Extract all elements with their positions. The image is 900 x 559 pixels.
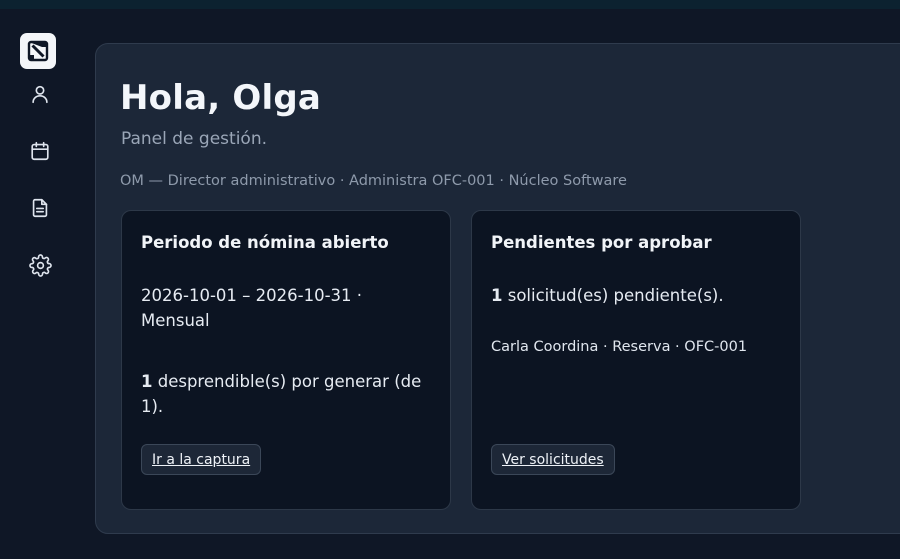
page-subtitle: Panel de gestión. <box>121 129 267 149</box>
pending-count: 1 <box>491 286 503 305</box>
approvals-card-title: Pendientes por aprobar <box>491 233 712 252</box>
dashboard-panel: Hola, Olga Panel de gestión. OM — Direct… <box>95 43 900 534</box>
payslip-count-label: desprendible(s) por generar (de 1). <box>141 372 422 416</box>
calendar-icon <box>31 141 49 161</box>
go-to-capture-button[interactable]: Ir a la captura <box>141 444 262 475</box>
user-context-line: OM — Director administrativo · Administr… <box>120 173 627 189</box>
page-title: Hola, Olga <box>120 78 322 118</box>
pending-count-text: 1 solicitud(es) pendiente(s). <box>491 283 781 308</box>
logo-icon <box>27 40 49 62</box>
payslip-count-text: 1 desprendible(s) por generar (de 1). <box>141 369 431 419</box>
sidebar-item-profile[interactable] <box>27 81 53 107</box>
sidebar <box>0 9 78 559</box>
sidebar-item-settings[interactable] <box>27 252 53 278</box>
gear-icon <box>28 253 52 277</box>
payroll-card-title: Periodo de nómina abierto <box>141 233 389 252</box>
top-bar <box>0 0 900 9</box>
user-icon <box>32 85 48 104</box>
document-icon <box>32 198 48 218</box>
payroll-period-range: 2026-10-01 – 2026-10-31 · Mensual <box>141 286 363 330</box>
pending-request-item: Carla Coordina · Reserva · OFC-001 <box>491 339 748 355</box>
payroll-period-card: Periodo de nómina abierto 2026-10-01 – 2… <box>121 210 451 510</box>
sidebar-item-calendar[interactable] <box>27 138 53 164</box>
sidebar-item-documents[interactable] <box>27 195 53 221</box>
payslip-count: 1 <box>141 372 153 391</box>
pending-approvals-card: Pendientes por aprobar 1 solicitud(es) p… <box>471 210 801 510</box>
pending-count-label: solicitud(es) pendiente(s). <box>502 286 724 305</box>
view-requests-button[interactable]: Ver solicitudes <box>491 444 615 475</box>
app-logo[interactable] <box>20 33 56 69</box>
